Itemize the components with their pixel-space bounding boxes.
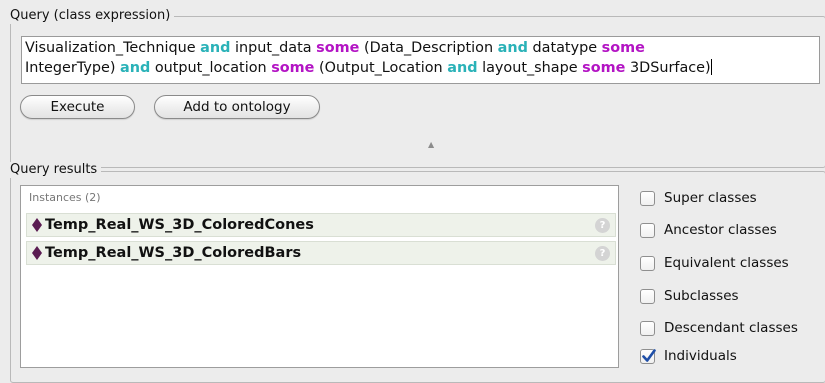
add-to-ontology-button[interactable]: Add to ontology <box>154 95 320 119</box>
list-item[interactable]: Temp_Real_WS_3D_ColoredCones ? <box>26 213 616 237</box>
option-label: Descendant classes <box>664 320 798 336</box>
option-label: Equivalent classes <box>664 255 789 271</box>
list-item[interactable]: Temp_Real_WS_3D_ColoredBars ? <box>26 241 616 265</box>
expression-token: Visualization_Technique <box>25 40 201 56</box>
option-label: Super classes <box>664 190 757 206</box>
instances-list[interactable]: Instances (2) Temp_Real_WS_3D_ColoredCon… <box>20 185 619 368</box>
individual-diamond-icon <box>32 218 42 232</box>
class-expression-editor[interactable]: Visualization_Technique and input_data s… <box>21 36 820 84</box>
subclasses-checkbox[interactable] <box>640 288 655 304</box>
descendant-classes-checkbox[interactable] <box>640 320 655 336</box>
expression-token: IntegerType) <box>25 60 121 76</box>
keyword-some: some <box>316 40 360 56</box>
keyword-some: some <box>582 60 626 76</box>
keyword-and: and <box>200 40 231 56</box>
expression-line-1: Visualization_Technique and input_data s… <box>25 38 816 58</box>
option-descendant-classes[interactable]: Descendant classes <box>640 318 798 338</box>
option-equivalent-classes[interactable]: Equivalent classes <box>640 253 789 273</box>
option-label: Ancestor classes <box>664 222 777 238</box>
option-ancestor-classes[interactable]: Ancestor classes <box>640 220 777 240</box>
expression-token: 3DSurface) <box>625 60 711 76</box>
list-header: Instances (2) <box>29 191 101 204</box>
option-label: Individuals <box>664 348 737 364</box>
split-pane-handle-icon[interactable]: ▲ <box>428 141 434 149</box>
query-section-title: Query (class expression) <box>8 8 175 24</box>
checkmark-icon <box>642 348 656 362</box>
individual-diamond-icon <box>32 246 42 260</box>
help-icon[interactable]: ? <box>595 218 610 233</box>
expression-token: output_location <box>150 60 272 76</box>
results-section-title: Query results <box>8 162 102 178</box>
super-classes-checkbox[interactable] <box>640 190 655 206</box>
expression-token: input_data <box>230 40 317 56</box>
keyword-some: some <box>271 60 315 76</box>
option-super-classes[interactable]: Super classes <box>640 188 757 208</box>
keyword-some: some <box>601 40 645 56</box>
instance-label: Temp_Real_WS_3D_ColoredBars <box>45 245 302 261</box>
ancestor-classes-checkbox[interactable] <box>640 222 655 238</box>
expression-token: (Data_Description <box>359 40 498 56</box>
keyword-and: and <box>120 60 151 76</box>
execute-button[interactable]: Execute <box>20 95 135 119</box>
keyword-and: and <box>497 40 528 56</box>
equivalent-classes-checkbox[interactable] <box>640 255 655 271</box>
keyword-and: and <box>447 60 478 76</box>
expression-token: (Output_Location <box>314 60 448 76</box>
individuals-checkbox[interactable] <box>640 348 656 364</box>
expression-token: datatype <box>527 40 602 56</box>
option-subclasses[interactable]: Subclasses <box>640 286 739 306</box>
option-label: Subclasses <box>664 288 739 304</box>
expression-token: layout_shape <box>477 60 583 76</box>
text-caret <box>710 59 712 75</box>
option-individuals[interactable]: Individuals <box>640 346 737 366</box>
instance-label: Temp_Real_WS_3D_ColoredCones <box>45 217 314 233</box>
help-icon[interactable]: ? <box>595 246 610 261</box>
expression-line-2: IntegerType) and output_location some (O… <box>25 58 816 78</box>
